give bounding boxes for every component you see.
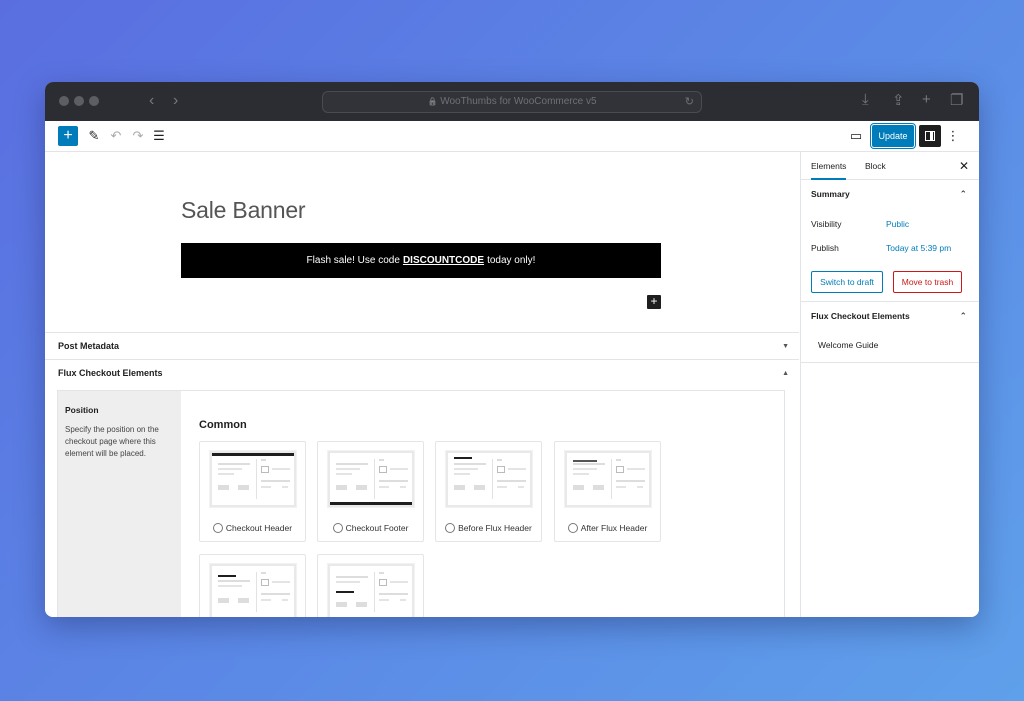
sidebar-toggle-button[interactable] [919, 125, 941, 147]
section-divider [801, 362, 979, 363]
radio-button[interactable] [332, 523, 343, 533]
publish-row: Publish Today at 5:39 pm [811, 243, 951, 253]
chevron-up-icon: ⌃ [959, 189, 967, 199]
block-inserter-button[interactable]: + [647, 295, 661, 309]
option-label-text: Before Flux Header [458, 523, 532, 533]
position-title: Position [65, 405, 99, 415]
minimize-window-dot[interactable] [74, 96, 84, 106]
list-view-icon[interactable]: ☰ [152, 125, 166, 147]
more-options-icon[interactable]: ⋮ [947, 125, 960, 147]
redo-icon[interactable]: ↷ [131, 125, 145, 147]
layout-thumbnail [210, 451, 296, 507]
image-icon [616, 466, 624, 473]
close-icon[interactable]: ✕ [959, 152, 969, 180]
layout-thumbnail [210, 564, 296, 617]
option-label-text: After Flux Header [580, 523, 648, 533]
publish-date-link[interactable]: Today at 5:39 pm [886, 243, 951, 253]
option-label-text: Checkout Header [225, 523, 293, 533]
option-label: Checkout Footer [318, 523, 423, 533]
url-bar[interactable]: 🔒 WooThumbs for WooCommerce v5 ↻ [322, 91, 702, 113]
new-tab-icon[interactable]: + [922, 91, 931, 108]
collapse-arrow-icon: ▲ [782, 370, 789, 377]
move-to-trash-button[interactable]: Move to trash [893, 271, 962, 293]
browser-window: ‹ › 🔒 WooThumbs for WooCommerce v5 ↻ ⤓ ⇪… [45, 82, 979, 617]
option-label: Before Flux Header [436, 523, 541, 533]
lock-icon: 🔒 [427, 97, 438, 106]
settings-sidebar: Elements Block ✕ Summary ⌃ Visibility Pu… [800, 152, 979, 617]
post-metadata-panel-header[interactable]: Post Metadata ▼ [45, 332, 799, 359]
back-icon[interactable]: ‹ [149, 92, 154, 110]
chevron-up-icon: ⌃ [959, 311, 967, 321]
share-icon[interactable]: ⇪ [892, 91, 905, 109]
pen-icon[interactable]: ✎ [87, 125, 101, 147]
flux-checkout-settings: Position Specify the position on the che… [57, 390, 785, 617]
visibility-value-link[interactable]: Public [886, 219, 909, 229]
sidebar-tabs: Elements Block ✕ [801, 152, 979, 180]
update-button[interactable]: Update [872, 125, 914, 147]
image-icon [261, 579, 269, 586]
position-option-checkout-footer[interactable]: Checkout Footer [317, 441, 424, 542]
url-text: WooThumbs for WooCommerce v5 [440, 96, 597, 107]
position-option-checkout-header[interactable]: Checkout Header [199, 441, 306, 542]
radio-button[interactable] [445, 523, 456, 533]
sidebar-icon [925, 131, 935, 141]
position-option-card[interactable] [199, 554, 306, 617]
tabs-overview-icon[interactable]: ❐ [950, 91, 963, 109]
position-option-after-flux-header[interactable]: After Flux Header [554, 441, 661, 542]
radio-button[interactable] [212, 523, 223, 533]
flux-checkout-label: Flux Checkout Elements [58, 368, 163, 378]
option-label: Checkout Header [200, 523, 305, 533]
tab-elements[interactable]: Elements [811, 152, 847, 180]
visibility-row: Visibility Public [811, 219, 909, 229]
option-label: After Flux Header [555, 523, 660, 533]
layout-thumbnail [328, 451, 414, 507]
welcome-guide-link[interactable]: Welcome Guide [818, 340, 878, 350]
option-label-text: Checkout Footer [345, 523, 409, 533]
expand-arrow-icon: ▼ [782, 343, 789, 350]
image-icon [379, 466, 387, 473]
reload-icon[interactable]: ↻ [685, 92, 694, 112]
image-icon [379, 579, 387, 586]
radio-button[interactable] [567, 523, 578, 533]
common-heading: Common [199, 419, 247, 431]
summary-title: Summary [811, 189, 850, 199]
post-title[interactable]: Sale Banner [181, 197, 306, 224]
sale-banner-block[interactable]: Flash sale! Use code DISCOUNTCODE today … [181, 243, 661, 278]
flux-checkout-panel-header[interactable]: Flux Checkout Elements ▲ [45, 359, 799, 386]
add-block-button[interactable]: + [58, 126, 78, 146]
banner-text-suffix: today only! [487, 255, 536, 266]
preview-icon[interactable]: ▭ [849, 125, 863, 147]
editor-canvas: Sale Banner Flash sale! Use code DISCOUN… [45, 152, 799, 617]
summary-section-header[interactable]: Summary ⌃ [801, 180, 979, 208]
editor-toolbar: + ✎ ↶ ↷ ☰ ▭ Update ⋮ [45, 121, 979, 152]
image-icon [497, 466, 505, 473]
download-icon[interactable]: ⤓ [862, 91, 869, 108]
flux-checkout-section-header[interactable]: Flux Checkout Elements ⌃ [801, 302, 979, 330]
layout-thumbnail [565, 451, 651, 507]
position-option-before-flux-header[interactable]: Before Flux Header [435, 441, 542, 542]
image-icon [261, 466, 269, 473]
switch-to-draft-button[interactable]: Switch to draft [811, 271, 883, 293]
flux-checkout-sidebar-title: Flux Checkout Elements [811, 311, 910, 321]
close-window-dot[interactable] [59, 96, 69, 106]
post-metadata-label: Post Metadata [58, 341, 120, 351]
position-option-card[interactable] [317, 554, 424, 617]
position-description: Specify the position on the checkout pag… [65, 425, 159, 458]
position-description-panel: Position Specify the position on the che… [58, 391, 181, 617]
layout-thumbnail [328, 564, 414, 617]
layout-thumbnail [446, 451, 532, 507]
publish-label: Publish [811, 243, 839, 253]
visibility-label: Visibility [811, 219, 842, 229]
undo-icon[interactable]: ↶ [109, 125, 123, 147]
zoom-window-dot[interactable] [89, 96, 99, 106]
tab-block[interactable]: Block [865, 152, 886, 180]
browser-chrome: ‹ › 🔒 WooThumbs for WooCommerce v5 ↻ ⤓ ⇪… [45, 82, 979, 121]
banner-text-prefix: Flash sale! Use code [306, 255, 400, 266]
banner-discount-code: DISCOUNTCODE [402, 255, 485, 266]
forward-icon[interactable]: › [173, 92, 178, 110]
